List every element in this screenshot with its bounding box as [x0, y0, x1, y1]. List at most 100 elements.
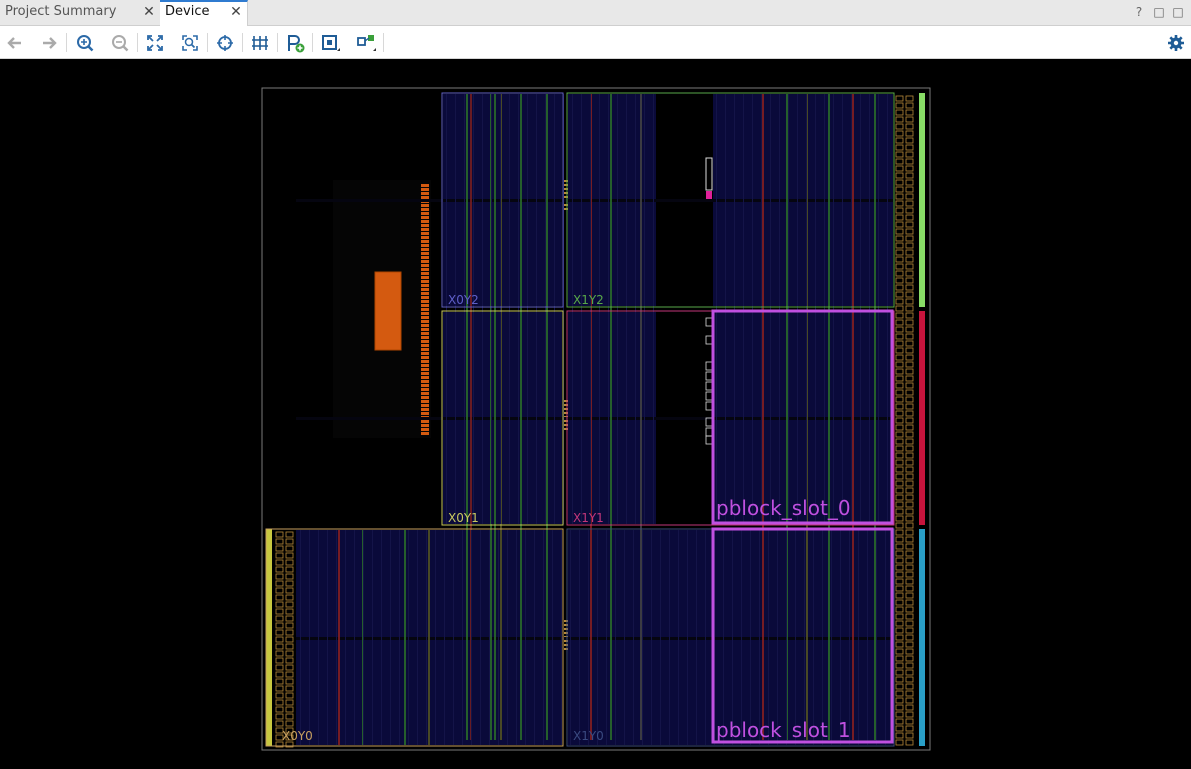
ps-pin — [421, 420, 429, 423]
grid-line — [734, 94, 735, 524]
grid-line — [336, 530, 337, 745]
grid-line — [599, 94, 600, 524]
grid-line — [840, 530, 841, 745]
grid-line — [570, 530, 571, 745]
ps-pin — [421, 376, 429, 379]
grid-line — [444, 530, 445, 745]
ps-pin — [421, 300, 429, 303]
grid-line — [761, 94, 762, 524]
ps-pin — [421, 408, 429, 411]
io-bank — [919, 311, 925, 525]
back-arrow-icon[interactable] — [4, 32, 26, 54]
device-view[interactable]: X0Y2 X1Y2 X0Y1 X1Y1 X0Y0 X1Y0 pblock_slo… — [0, 60, 1191, 769]
ps-pin — [421, 196, 429, 199]
tab-project-summary[interactable]: Project Summary ✕ — [0, 0, 160, 26]
grid-line — [473, 94, 474, 524]
restore-icon[interactable]: □ — [1151, 5, 1167, 19]
grid-line — [743, 94, 744, 524]
grid-line — [617, 94, 618, 524]
grid-line — [642, 530, 643, 745]
grid-line — [687, 530, 688, 745]
placed-cell-highlight[interactable] — [706, 191, 712, 199]
clock-region-label: X0Y0 — [282, 729, 313, 743]
zoom-out-icon[interactable] — [109, 32, 131, 54]
tab-device[interactable]: Device ✕ — [160, 0, 248, 26]
io-bank — [266, 529, 272, 746]
ps-pin — [421, 284, 429, 287]
toolbar-separator — [277, 33, 278, 52]
grid-line — [615, 530, 616, 745]
gear-icon[interactable] — [1165, 32, 1187, 54]
grid-line — [408, 530, 409, 745]
close-icon[interactable]: ✕ — [229, 0, 243, 24]
ps-pin — [421, 308, 429, 311]
ps-pin — [421, 388, 429, 391]
add-pblock-icon[interactable] — [284, 32, 306, 54]
ps-pin — [421, 280, 429, 283]
grid-line — [588, 530, 589, 745]
grid-line — [842, 94, 843, 524]
clock-region-label: X0Y1 — [448, 511, 479, 525]
zoom-in-icon[interactable] — [74, 32, 96, 54]
draw-pblock-icon[interactable] — [319, 32, 341, 54]
grid-line — [354, 530, 355, 745]
grid-line — [806, 94, 807, 524]
grid-line — [815, 94, 816, 524]
ps-pin — [421, 216, 429, 219]
toolbar-separator — [66, 33, 67, 52]
grid-line — [705, 530, 706, 745]
help-icon[interactable]: ? — [1131, 5, 1147, 19]
close-icon[interactable]: ✕ — [142, 0, 156, 24]
ps-pin — [421, 412, 429, 415]
toolbar-separator — [312, 33, 313, 52]
maximize-icon[interactable]: □ — [1170, 5, 1186, 19]
crosshair-icon[interactable] — [214, 32, 236, 54]
ps-pin — [421, 424, 429, 427]
grid-line — [752, 94, 753, 524]
grid-line — [545, 94, 546, 524]
grid-line — [860, 94, 861, 524]
ps-pin — [421, 364, 429, 367]
grid-line — [869, 94, 870, 524]
routing-resources-icon[interactable] — [249, 32, 271, 54]
ps-pin — [421, 432, 429, 435]
grid-line — [318, 530, 319, 745]
show-connections-icon[interactable] — [355, 32, 377, 54]
tab-label: Device — [165, 4, 210, 19]
grid-line — [669, 530, 670, 745]
clock-region-label: X1Y0 — [573, 729, 604, 743]
zoom-selection-icon[interactable] — [179, 32, 201, 54]
toolbar-separator — [242, 33, 243, 52]
ps-pin — [421, 316, 429, 319]
forward-arrow-icon[interactable] — [38, 32, 60, 54]
ps-pin — [421, 400, 429, 403]
device-canvas[interactable]: X0Y2 X1Y2 X0Y1 X1Y1 X0Y0 X1Y0 pblock_slo… — [0, 60, 1191, 769]
ps-pin — [421, 372, 429, 375]
ps-pin — [421, 248, 429, 251]
toolbar-separator — [137, 33, 138, 52]
grid-line — [797, 94, 798, 524]
resource-column — [520, 94, 522, 740]
ps-pin — [421, 356, 429, 359]
grid-line — [804, 530, 805, 745]
toolbar-separator — [383, 33, 384, 52]
grid-line — [518, 94, 519, 524]
zoom-fit-icon[interactable] — [144, 32, 166, 54]
grid-line — [795, 530, 796, 745]
ps-pin — [421, 236, 429, 239]
grid-line — [633, 530, 634, 745]
grid-line — [732, 530, 733, 745]
ps-pin — [421, 224, 429, 227]
grid-line — [725, 94, 726, 524]
grid-line — [482, 94, 483, 524]
grid-line — [878, 94, 879, 524]
grid-line — [606, 530, 607, 745]
grid-line — [345, 530, 346, 745]
grid-line — [626, 94, 627, 524]
ps-pin — [421, 268, 429, 271]
grid-line — [644, 94, 645, 524]
grid-line — [741, 530, 742, 745]
grid-line — [876, 530, 877, 745]
grid-line — [597, 530, 598, 745]
grid-line — [527, 94, 528, 524]
